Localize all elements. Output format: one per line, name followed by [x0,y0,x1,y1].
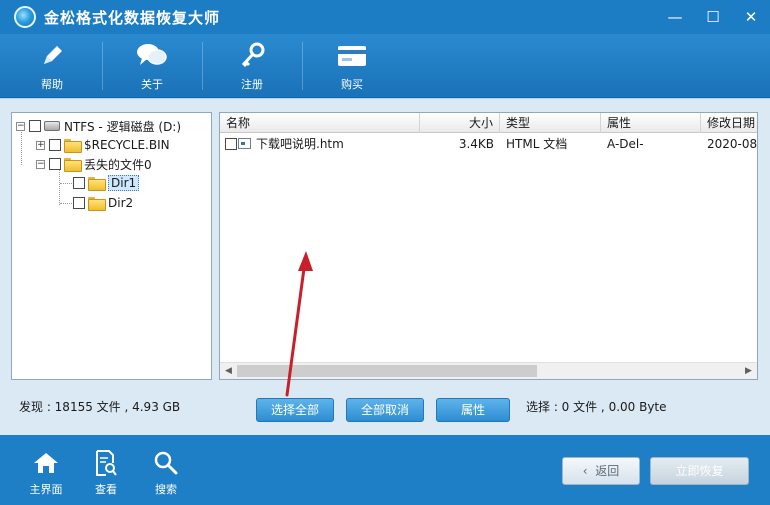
document-search-icon [92,449,120,477]
cell-attributes: A-Del- [607,137,644,151]
back-button[interactable]: ‹ 返回 [562,457,640,485]
register-label: 注册 [241,78,263,91]
annotation-arrow-icon [285,251,313,397]
scroll-right-arrow-icon[interactable]: ▶ [740,363,757,379]
html-file-icon [238,138,251,149]
folder-icon [88,177,106,191]
node-checkbox[interactable] [29,120,41,132]
help-label: 帮助 [41,78,63,91]
tree-node-drive[interactable]: − NTFS - 逻辑磁盘 (D:) [16,117,181,135]
properties-button[interactable]: 属性 [436,398,510,422]
collapse-toggle[interactable]: − [16,121,25,131]
deselect-all-button[interactable]: 全部取消 [346,398,424,422]
home-label: 主界面 [29,483,63,496]
collapse-toggle[interactable]: − [36,159,45,169]
expand-toggle[interactable]: + [36,140,45,150]
work-area: − NTFS - 逻辑磁盘 (D:) + $RECYCLE.BIN − 丢失的文… [0,98,770,435]
buy-button[interactable]: 购买 [302,34,402,98]
view-label: 查看 [95,483,117,496]
cell-type: HTML 文档 [506,137,568,151]
minimize-button[interactable]: — [656,0,694,34]
chevron-left-icon: ‹ [582,464,596,478]
tree-node-dir2[interactable]: Dir2 [73,194,133,212]
cell-name: 下载吧说明.htm [256,137,344,151]
close-button[interactable]: ✕ [732,0,770,34]
speech-bubble-icon [135,40,169,72]
folder-icon [64,158,82,172]
cell-modified: 2020-08- [707,137,758,151]
bottom-bar: 主界面 查看 搜索 ‹ 返回 立即恢复 [0,435,770,505]
tree-node-label: $RECYCLE.BIN [84,138,170,152]
toolbar: 帮助 关于 注册 购买 [0,34,770,98]
node-checkbox[interactable] [49,158,61,170]
maximize-button[interactable]: ☐ [694,0,732,34]
column-header-attributes[interactable]: 属性 [601,113,701,133]
search-label: 搜索 [155,483,177,496]
home-nav-button[interactable]: 主界面 [18,449,74,497]
tree-node-dir1[interactable]: Dir1 [73,174,140,192]
magnifier-icon [152,449,180,477]
buy-label: 购买 [341,78,363,91]
view-nav-button[interactable]: 查看 [78,449,134,497]
scroll-left-arrow-icon[interactable]: ◀ [220,363,237,379]
pencil-icon [35,40,69,72]
folder-icon [64,139,82,153]
help-button[interactable]: 帮助 [2,34,102,98]
app-logo-icon [14,6,36,28]
folder-tree[interactable]: − NTFS - 逻辑磁盘 (D:) + $RECYCLE.BIN − 丢失的文… [11,112,212,380]
folder-icon [88,197,106,211]
found-status: 发现 : 18155 文件 , 4.93 GB [19,400,181,414]
tree-guide-line [60,203,72,204]
tree-node-label: Dir2 [108,196,134,210]
window-controls: — ☐ ✕ [656,0,770,34]
row-checkbox[interactable] [225,138,237,150]
about-button[interactable]: 关于 [102,34,202,98]
key-icon [235,40,269,72]
about-label: 关于 [141,78,163,91]
home-icon [32,449,60,477]
table-row[interactable]: 下载吧说明.htm 3.4KB HTML 文档 A-Del- 2020-08- [220,135,758,153]
select-all-button[interactable]: 选择全部 [256,398,334,422]
tree-node-label: 丢失的文件0 [84,157,152,172]
card-icon [335,40,369,72]
cell-size: 3.4KB [458,137,494,151]
selected-status: 选择 : 0 文件 , 0.00 Byte [526,400,667,414]
tree-node-recycle[interactable]: + $RECYCLE.BIN [36,136,170,154]
node-checkbox[interactable] [49,139,61,151]
app-title: 金松格式化数据恢复大师 [44,8,221,27]
column-header-name[interactable]: 名称 [220,113,420,133]
back-label: 返回 [595,464,620,478]
tree-node-label: Dir1 [108,175,140,191]
search-nav-button[interactable]: 搜索 [138,449,194,497]
drive-icon [44,121,60,131]
register-button[interactable]: 注册 [202,34,302,98]
node-checkbox[interactable] [73,177,85,189]
column-header-size[interactable]: 大小 [420,113,500,133]
title-bar: 金松格式化数据恢复大师 — ☐ ✕ [0,0,770,34]
recover-now-button[interactable]: 立即恢复 [650,457,749,485]
node-checkbox[interactable] [73,197,85,209]
list-header: 名称 大小 类型 属性 修改日期 [220,113,757,133]
tree-node-label: NTFS - 逻辑磁盘 (D:) [64,119,182,134]
column-header-type[interactable]: 类型 [500,113,601,133]
column-header-modified[interactable]: 修改日期 [701,113,757,133]
tree-node-lost-files[interactable]: − 丢失的文件0 [36,155,152,173]
tree-guide-line [60,183,72,184]
